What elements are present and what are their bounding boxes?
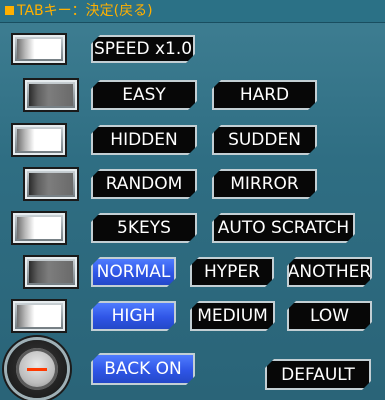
normal-button[interactable]: NORMAL — [91, 257, 176, 287]
sudden-button[interactable]: SUDDEN — [212, 125, 317, 155]
lamp-on — [17, 39, 61, 59]
lamp-on — [17, 305, 61, 327]
lamp-off — [29, 84, 73, 106]
lamp-off — [29, 173, 73, 195]
toggle-arrange[interactable] — [23, 167, 79, 201]
medium-button[interactable]: MEDIUM — [190, 301, 275, 331]
another-button[interactable]: ANOTHER — [287, 257, 372, 287]
toggle-speed[interactable] — [11, 33, 67, 65]
toggle-difficulty[interactable] — [23, 78, 79, 112]
square-marker-icon — [5, 5, 14, 15]
hyper-button[interactable]: HYPER — [190, 257, 274, 287]
hidden-button[interactable]: HIDDEN — [91, 125, 197, 155]
minus-icon — [27, 368, 47, 371]
lamp-off — [29, 261, 73, 283]
auto-scratch-button[interactable]: AUTO SCRATCH — [212, 213, 355, 243]
lamp-on — [17, 129, 61, 151]
lamp-on — [17, 217, 61, 239]
back-on-button[interactable]: BACK ON — [91, 353, 195, 385]
toggle-chart[interactable] — [23, 255, 79, 289]
default-button[interactable]: DEFAULT — [265, 359, 371, 390]
high-button[interactable]: HIGH — [91, 301, 176, 331]
easy-button[interactable]: EASY — [91, 80, 197, 110]
random-button[interactable]: RANDOM — [91, 169, 197, 199]
header-bar: TABキー：決定(戻る) — [0, 0, 385, 23]
5keys-button[interactable]: 5KEYS — [91, 213, 197, 243]
toggle-assist[interactable] — [11, 211, 67, 245]
toggle-gauge[interactable] — [11, 299, 67, 333]
speed-button[interactable]: SPEED x1.0 — [91, 35, 195, 63]
header-title: TABキー：決定(戻る) — [17, 3, 153, 19]
low-button[interactable]: LOW — [287, 301, 372, 331]
toggle-visibility[interactable] — [11, 123, 67, 157]
hard-button[interactable]: HARD — [212, 80, 317, 110]
minus-knob-icon[interactable] — [7, 340, 67, 398]
mirror-button[interactable]: MIRROR — [212, 169, 317, 199]
